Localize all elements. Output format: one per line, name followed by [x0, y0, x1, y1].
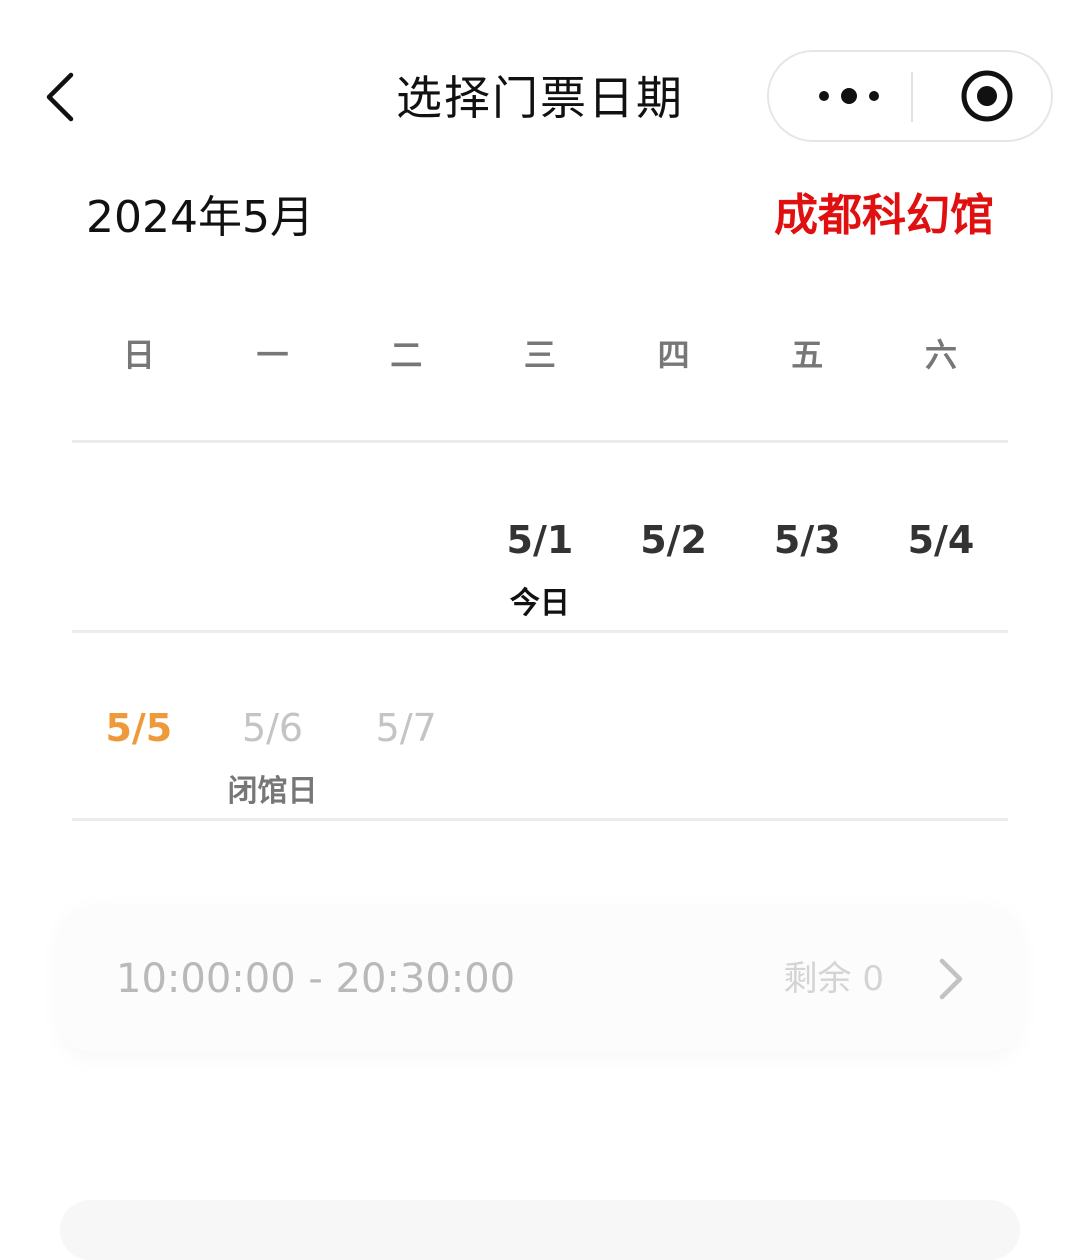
weekday-sat: 六 [924, 336, 957, 374]
capsule-divider [911, 72, 913, 122]
bottom-panel [60, 1200, 1020, 1260]
nav-bar: 选择门票日期 [0, 0, 1080, 190]
day-number: 5/3 [773, 518, 841, 562]
today-label: 今日 [509, 586, 570, 621]
weekday-thu: 四 [657, 336, 690, 374]
session-slot[interactable]: 10:00:00 - 20:30:00 剩余 0 [60, 906, 1020, 1052]
weekday-fri: 五 [791, 336, 824, 374]
calendar-divider [72, 440, 1008, 443]
day-cell-empty [740, 700, 874, 850]
month-label: 2024年5月 [86, 192, 314, 243]
calendar-divider [72, 630, 1008, 633]
session-time-range: 10:00:00 - 20:30:00 [116, 956, 516, 1002]
weekday-mon: 一 [256, 336, 289, 374]
weekday-sun: 日 [122, 336, 155, 374]
more-button[interactable] [789, 52, 909, 140]
venue-name: 成都科幻馆 [774, 190, 994, 241]
day-cell-5-7: 5/7 [339, 700, 473, 850]
day-cell-5-2[interactable]: 5/2 [607, 512, 741, 662]
session-arrow [930, 954, 970, 1004]
session-remaining: 剩余 0 [783, 959, 884, 999]
day-cell-5-3[interactable]: 5/3 [740, 512, 874, 662]
more-dots-icon [819, 88, 879, 104]
day-cell-5-6: 5/6 闭馆日 [206, 700, 340, 850]
day-cell-empty [874, 700, 1008, 850]
day-cell-5-1[interactable]: 5/1 今日 [473, 512, 607, 662]
day-cell-empty [206, 512, 340, 662]
day-number: 5/2 [640, 518, 707, 562]
weekday-wed: 三 [523, 336, 556, 374]
day-number: 5/1 [506, 518, 574, 562]
day-cell-empty [607, 700, 741, 850]
closed-day-label: 闭馆日 [227, 774, 318, 809]
calendar-week-2: 5/5 5/6 闭馆日 5/7 [72, 700, 1008, 850]
day-cell-empty [473, 700, 607, 850]
back-button[interactable] [30, 62, 90, 132]
day-number-disabled: 5/6 [241, 706, 304, 750]
day-cell-empty [339, 512, 473, 662]
day-number-disabled: 5/7 [375, 706, 437, 750]
calendar-week-1: 5/1 今日 5/2 5/3 5/4 [72, 512, 1008, 662]
page-title: 选择门票日期 [396, 71, 684, 125]
day-cell-5-5[interactable]: 5/5 [72, 700, 206, 850]
day-number-selected: 5/5 [105, 706, 173, 750]
calendar-divider [72, 818, 1008, 821]
day-cell-empty [72, 512, 206, 662]
close-button[interactable] [939, 52, 1035, 140]
chevron-left-icon [46, 72, 74, 122]
day-number: 5/4 [907, 518, 975, 562]
day-cell-5-4[interactable]: 5/4 [874, 512, 1008, 662]
mini-program-capsule [767, 50, 1053, 142]
weekday-header: 日 一 二 三 四 五 六 [72, 320, 1008, 390]
weekday-tue: 二 [390, 336, 423, 374]
target-circle-icon [961, 70, 1013, 122]
chevron-right-icon [939, 958, 963, 1000]
